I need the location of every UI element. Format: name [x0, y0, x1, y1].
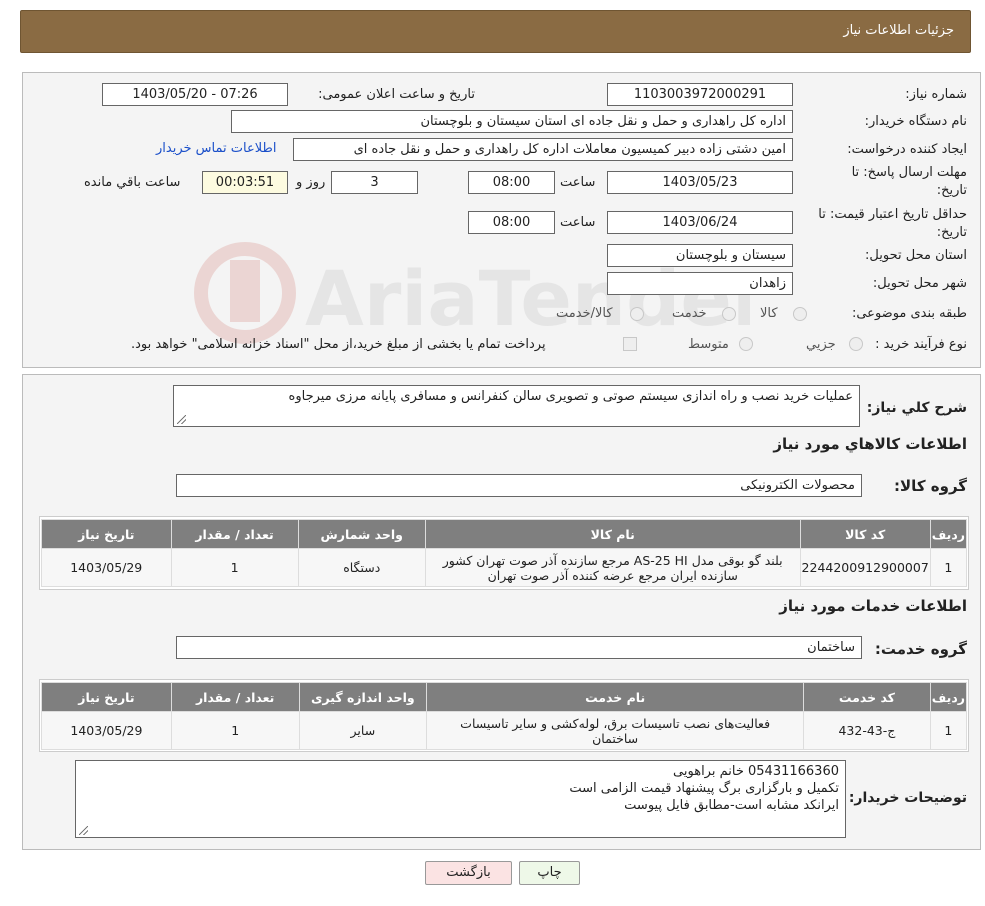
contact-info-link[interactable]: اطلاعات تماس خریدار	[156, 141, 276, 156]
description-text: عملیات خرید نصب و راه اندازی سیستم صوتی …	[288, 389, 853, 404]
col-unit: واحد اندازه گیری	[298, 682, 428, 712]
process-medium-radio[interactable]	[739, 337, 753, 351]
buyer-org-label: نام دستگاه خریدار:	[864, 114, 967, 129]
col-row: ردیف	[929, 519, 968, 549]
services-group-field: ساختمان	[176, 636, 862, 659]
category-label: طبقه بندی موضوعی:	[851, 306, 967, 321]
buyer-notes-line3: ایرانکد مشابه است-مطابق فایل پیوست	[624, 798, 839, 813]
cell-date: 1403/05/29	[41, 548, 172, 587]
cell-name: بلند گو بوقی مدل AS-25 HI مرجع سازنده آذ…	[424, 548, 801, 587]
category-service-radio[interactable]	[722, 307, 736, 321]
category-goods-radio[interactable]	[793, 307, 807, 321]
category-both-radio[interactable]	[630, 307, 644, 321]
col-date: تاریخ نیاز	[41, 682, 172, 712]
requester-field: امین دشتی زاده دبیر کمیسیون معاملات ادار…	[293, 138, 793, 161]
category-service-label: خدمت	[672, 306, 707, 321]
back-button[interactable]: بازگشت	[425, 861, 512, 885]
cell-unit: سایر	[298, 711, 428, 750]
cell-date: 1403/05/29	[41, 711, 172, 750]
city-field: زاهدان	[607, 272, 793, 295]
remaining-time-field: 00:03:51	[202, 171, 288, 194]
col-code: کد خدمت	[803, 682, 931, 712]
cell-name-line1: بلند گو بوقی مدل AS-25 HI مرجع سازنده آذ…	[442, 552, 783, 568]
cell-row: 1	[929, 548, 968, 587]
deadline-time-label: ساعت	[560, 175, 596, 190]
province-field: سیستان و بلوچستان	[607, 244, 793, 267]
cell-qty: 1	[170, 711, 300, 750]
deadline-label-2: تاریخ:	[936, 183, 967, 198]
cell-code: ج-43-432	[803, 711, 931, 750]
province-label: استان محل تحویل:	[865, 248, 967, 263]
remaining-label: ساعت باقي مانده	[84, 175, 181, 190]
print-button[interactable]: چاپ	[519, 861, 580, 885]
col-row: ردیف	[929, 682, 968, 712]
cell-name-line2: ساختمان	[592, 730, 639, 746]
validity-time-label: ساعت	[560, 215, 596, 230]
days-field: 3	[331, 171, 418, 194]
cell-name: فعالیت‌های نصب تاسیسات برق، لوله‌کشی و س…	[426, 711, 805, 750]
days-label: روز و	[296, 175, 326, 190]
announce-label: تاریخ و ساعت اعلان عمومی:	[318, 87, 475, 102]
table-row: 1 ج-43-432 فعالیت‌های نصب تاسیسات برق، ل…	[41, 711, 968, 750]
goods-table-header: ردیف کد کالا نام کالا واحد شمارش تعداد /…	[41, 519, 968, 549]
buyer-notes-line2: تکمیل و بارگزاری برگ پیشنهاد قیمت الزامی…	[569, 781, 839, 796]
col-qty: تعداد / مقدار	[170, 519, 299, 549]
process-label: نوع فرآیند خرید :	[875, 337, 967, 352]
col-unit: واحد شمارش	[297, 519, 426, 549]
services-group-label: گروه خدمت:	[874, 640, 967, 658]
validity-label-2: تاریخ:	[936, 225, 967, 240]
deadline-date-field: 1403/05/23	[607, 171, 793, 194]
col-name: نام کالا	[424, 519, 801, 549]
validity-time-field: 08:00	[468, 211, 555, 234]
description-label: شرح کلي نیاز:	[866, 400, 967, 416]
goods-group-label: گروه کالا:	[894, 477, 967, 495]
validity-label: حداقل تاریخ اعتبار قیمت: تا	[818, 207, 967, 222]
buyer-notes-label: توضیحات خریدار:	[848, 790, 967, 806]
services-section-title: اطلاعات خدمات مورد نیاز	[779, 597, 967, 615]
requester-label: ایجاد کننده درخواست:	[847, 142, 967, 157]
category-both-label: کالا/خدمت	[556, 306, 613, 321]
treasury-checkbox[interactable]	[623, 337, 637, 351]
need-number-field: 1103003972000291	[607, 83, 793, 106]
services-table-header: ردیف کد خدمت نام خدمت واحد اندازه گیری ت…	[41, 682, 968, 712]
col-code: کد کالا	[799, 519, 931, 549]
table-row: 1 2244200912900007 بلند گو بوقی مدل AS-2…	[41, 548, 968, 587]
deadline-label: مهلت ارسال پاسخ: تا	[851, 165, 967, 180]
description-field: عملیات خرید نصب و راه اندازی سیستم صوتی …	[173, 385, 860, 427]
cell-code: 2244200912900007	[799, 548, 931, 587]
category-goods-label: کالا	[760, 306, 778, 321]
process-minor-radio[interactable]	[849, 337, 863, 351]
process-minor-label: جزیي	[806, 337, 836, 352]
col-date: تاریخ نیاز	[41, 519, 172, 549]
cell-row: 1	[929, 711, 968, 750]
cell-name-line2: سازنده ایران مرجع عرضه کننده آذر صوت تهر…	[487, 567, 738, 583]
buyer-org-field: اداره کل راهداری و حمل و نقل جاده ای است…	[231, 110, 793, 133]
col-name: نام خدمت	[426, 682, 805, 712]
announce-field: 1403/05/20 - 07:26	[102, 83, 288, 106]
goods-section-title: اطلاعات کالاهاي مورد نیاز	[773, 435, 967, 453]
validity-date-field: 1403/06/24	[607, 211, 793, 234]
process-medium-label: متوسط	[688, 337, 729, 352]
deadline-time-field: 08:00	[468, 171, 555, 194]
col-qty: تعداد / مقدار	[170, 682, 300, 712]
city-label: شهر محل تحویل:	[872, 276, 967, 291]
resize-grip-icon[interactable]	[177, 415, 186, 424]
cell-unit: دستگاه	[297, 548, 426, 587]
services-table: ردیف کد خدمت نام خدمت واحد اندازه گیری ت…	[41, 682, 968, 750]
page-header: جزئیات اطلاعات نیاز	[20, 10, 971, 53]
goods-table: ردیف کد کالا نام کالا واحد شمارش تعداد /…	[41, 519, 968, 587]
buyer-notes-line1: 05431166360 خانم براهویی	[673, 764, 839, 779]
payment-note: پرداخت تمام یا بخشی از مبلغ خرید،از محل …	[131, 337, 546, 352]
goods-group-field: محصولات الکترونیکی	[176, 474, 862, 497]
need-number-label: شماره نیاز:	[905, 87, 967, 102]
cell-name-line1: فعالیت‌های نصب تاسیسات برق، لوله‌کشی و س…	[460, 715, 771, 731]
page-title: جزئیات اطلاعات نیاز	[843, 23, 954, 38]
cell-qty: 1	[170, 548, 299, 587]
buyer-notes-field: 05431166360 خانم براهویی تکمیل و بارگزار…	[75, 760, 846, 838]
resize-grip-icon[interactable]	[79, 826, 88, 835]
